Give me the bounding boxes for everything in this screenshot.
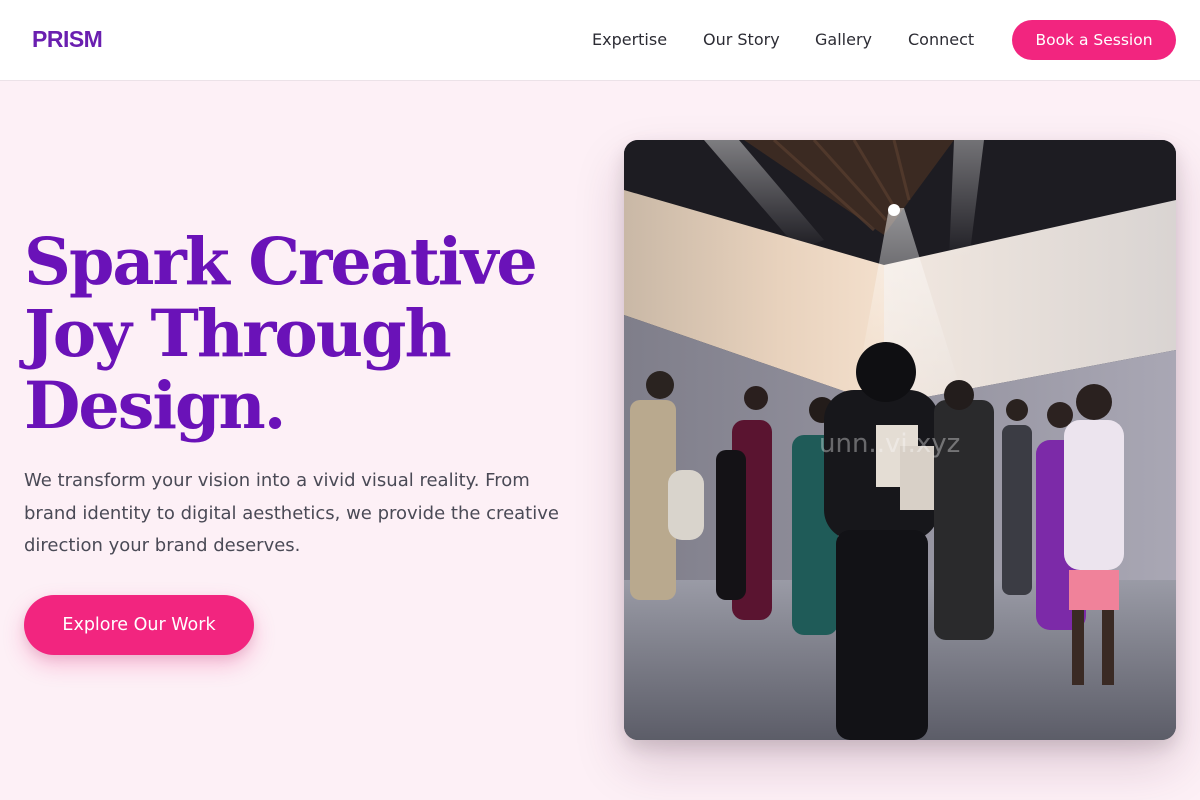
- book-session-button[interactable]: Book a Session: [1012, 20, 1176, 60]
- hero-title-line-1: Spark Creative: [24, 224, 538, 300]
- hero-title-line-2: Joy Through: [24, 296, 452, 372]
- nav-link-connect[interactable]: Connect: [908, 30, 974, 49]
- nav-link-gallery[interactable]: Gallery: [815, 30, 872, 49]
- hero-title-line-3: Design.: [24, 368, 286, 444]
- image-watermark: unn..vi.xyz: [819, 429, 960, 459]
- top-navbar: PRISM Expertise Our Story Gallery Connec…: [0, 0, 1200, 81]
- explore-work-button[interactable]: Explore Our Work: [24, 595, 254, 655]
- hero-subtitle: We transform your vision into a vivid vi…: [24, 470, 559, 556]
- hero-photo: unn..vi.xyz: [624, 140, 1176, 740]
- nav-link-our-story[interactable]: Our Story: [703, 30, 780, 49]
- nav-link-expertise[interactable]: Expertise: [592, 30, 667, 49]
- hero-title: Spark Creative Joy Through Design.: [24, 226, 584, 442]
- brand-logo[interactable]: PRISM: [32, 26, 103, 53]
